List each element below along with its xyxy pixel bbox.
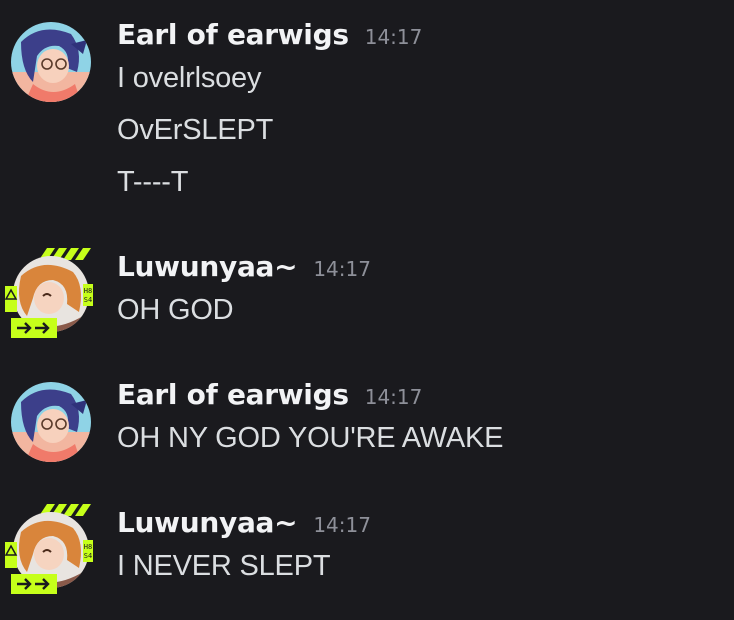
message-header: Luwunyaa~ 14:17: [117, 506, 371, 546]
message-text: OH NY GOD YOU'RE AWAKE: [117, 422, 504, 454]
badge-text-bottom: S4: [84, 296, 92, 304]
author-name[interactable]: Luwunyaa~: [117, 250, 298, 283]
message-group: H8 S4 Luwunyaa~ 14:17 I NEVER SLEPT: [0, 504, 734, 606]
message-group: Earl of earwigs 14:17 OH NY GOD YOU'RE A…: [0, 378, 734, 478]
chat-message-list: Earl of earwigs 14:17 I ovelrlsoey OvErS…: [0, 0, 734, 620]
badge-text-top: H8: [84, 543, 92, 551]
message-header: Earl of earwigs 14:17: [117, 18, 422, 58]
message-header: Earl of earwigs 14:17: [117, 378, 422, 418]
message-text: I ovelrlsoey: [117, 62, 262, 94]
message-text: OvErSLEPT: [117, 114, 274, 146]
message-text: T----T: [117, 166, 189, 198]
luwunyaa-avatar[interactable]: H8 S4: [3, 502, 93, 597]
message-group: H8 S4 Luwunyaa~ 14:17 OH GOD: [0, 248, 734, 350]
message-timestamp: 14:17: [364, 25, 423, 49]
badge-text-bottom: S4: [84, 552, 92, 560]
message-text: OH GOD: [117, 294, 234, 326]
message-timestamp: 14:17: [364, 385, 423, 409]
earl-avatar[interactable]: [11, 22, 91, 102]
author-name[interactable]: Earl of earwigs: [117, 378, 349, 411]
message-timestamp: 14:17: [313, 257, 371, 281]
message-group: Earl of earwigs 14:17 I ovelrlsoey OvErS…: [0, 18, 734, 218]
earl-avatar[interactable]: [11, 382, 91, 462]
author-name[interactable]: Earl of earwigs: [117, 18, 349, 51]
luwunyaa-avatar[interactable]: H8 S4: [3, 246, 93, 341]
message-text: I NEVER SLEPT: [117, 550, 331, 582]
message-timestamp: 14:17: [313, 513, 371, 537]
author-name[interactable]: Luwunyaa~: [117, 506, 298, 539]
message-header: Luwunyaa~ 14:17: [117, 250, 371, 290]
badge-text-top: H8: [84, 287, 92, 295]
